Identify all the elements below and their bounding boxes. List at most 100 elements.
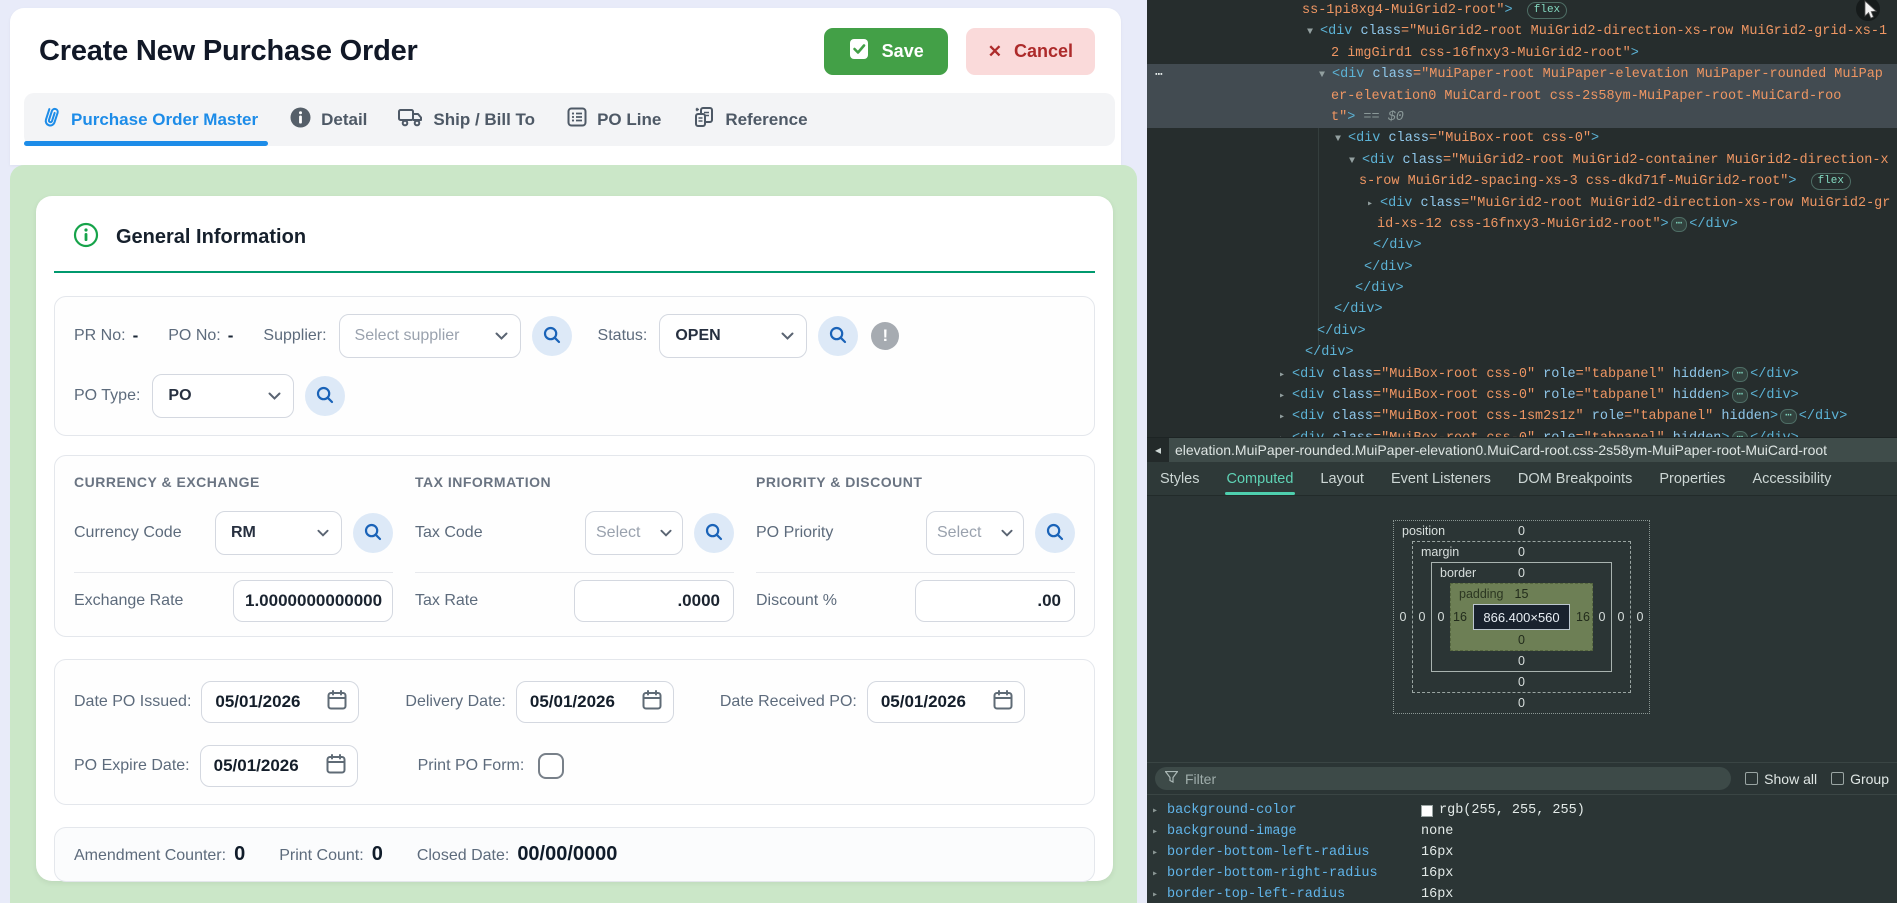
- status-select[interactable]: OPEN: [659, 314, 807, 358]
- show-all-checkbox[interactable]: [1745, 772, 1758, 785]
- tab-styles[interactable]: Styles: [1160, 462, 1200, 495]
- flex-badge[interactable]: flex: [1527, 2, 1567, 19]
- collapsed-content-badge[interactable]: ⋯: [1732, 388, 1749, 403]
- po-type-search-button[interactable]: [305, 376, 345, 416]
- code-token: hidden: [1713, 409, 1770, 424]
- expand-arrow-icon[interactable]: ▸: [1152, 805, 1167, 817]
- exchange-rate-input[interactable]: [233, 580, 393, 622]
- padding-bottom[interactable]: 0: [1518, 633, 1525, 647]
- margin-right[interactable]: 0: [1612, 610, 1630, 624]
- tab-detail[interactable]: Detail: [287, 93, 369, 146]
- header-card: Create New Purchase Order Save ✕ Cancel: [10, 8, 1121, 165]
- margin-bottom[interactable]: 0: [1518, 675, 1525, 689]
- cancel-button[interactable]: ✕ Cancel: [966, 28, 1095, 75]
- date-po-issued-input[interactable]: 05/01/2026: [201, 681, 359, 723]
- tab-reference[interactable]: Reference: [690, 93, 809, 146]
- tab-layout[interactable]: Layout: [1320, 462, 1364, 495]
- node-menu-dots[interactable]: ⋯: [1155, 64, 1164, 85]
- border-top[interactable]: 0: [1518, 566, 1525, 580]
- flex-badge[interactable]: flex: [1811, 173, 1851, 190]
- po-type-row: PO Type: PO: [74, 374, 1075, 418]
- dom-tree-line[interactable]: </div>: [1147, 257, 1897, 278]
- tab-bar: Purchase Order Master Detail Ship / Bill…: [24, 93, 1115, 146]
- position-right[interactable]: 0: [1631, 610, 1649, 624]
- discount-input[interactable]: [915, 580, 1075, 622]
- position-bottom[interactable]: 0: [1518, 696, 1525, 710]
- dom-tree-line[interactable]: ▸<div class="MuiGrid2-root MuiGrid2-dire…: [1147, 193, 1897, 214]
- computed-property-row[interactable]: ▸border-bottom-right-radius16px: [1147, 863, 1897, 884]
- save-button[interactable]: Save: [824, 28, 948, 75]
- tab-properties[interactable]: Properties: [1659, 462, 1725, 495]
- dom-tree-line[interactable]: </div>: [1147, 235, 1897, 256]
- po-expire-date-input[interactable]: 05/01/2026: [200, 745, 358, 787]
- dom-tree-line[interactable]: ▼<div class="MuiGrid2-root MuiGrid2-dire…: [1147, 21, 1897, 42]
- dom-tree-line[interactable]: ▼<div class="MuiGrid2-root MuiGrid2-cont…: [1147, 150, 1897, 171]
- dom-tree-line[interactable]: t"> == $0: [1147, 107, 1897, 128]
- tab-event-listeners[interactable]: Event Listeners: [1391, 462, 1491, 495]
- dom-tree-line[interactable]: </div>: [1147, 299, 1897, 320]
- expand-arrow-icon[interactable]: ▸: [1152, 826, 1167, 838]
- dom-tree-line[interactable]: id-xs-12 css-16fnxy3-MuiGrid2-root">⋯</d…: [1147, 214, 1897, 235]
- tab-computed[interactable]: Computed: [1227, 462, 1294, 495]
- collapsed-content-badge[interactable]: ⋯: [1732, 367, 1749, 382]
- dom-tree-line[interactable]: </div>: [1147, 342, 1897, 363]
- padding-top[interactable]: 15: [1515, 587, 1529, 601]
- dom-tree-line[interactable]: er-elevation0 MuiCard-root css-2s58ym-Mu…: [1147, 86, 1897, 107]
- breadcrumb[interactable]: elevation.MuiPaper-rounded.MuiPaper-elev…: [1175, 442, 1827, 458]
- tax-rate-input[interactable]: [574, 580, 734, 622]
- collapsed-content-badge[interactable]: ⋯: [1671, 217, 1688, 232]
- currency-code-select[interactable]: RM: [215, 511, 342, 555]
- dom-tree-line[interactable]: ▸<div class="MuiBox-root css-0" role="ta…: [1147, 364, 1897, 385]
- tab-accessibility[interactable]: Accessibility: [1752, 462, 1831, 495]
- status-search-button[interactable]: [818, 316, 858, 356]
- padding-right[interactable]: 16: [1574, 610, 1592, 624]
- supplier-search-button[interactable]: [532, 316, 572, 356]
- tax-search-button[interactable]: [694, 513, 734, 553]
- dom-tree-line[interactable]: </div>: [1147, 278, 1897, 299]
- tab-ship-bill-to[interactable]: Ship / Bill To: [396, 93, 537, 146]
- currency-search-button[interactable]: [353, 513, 393, 553]
- border-left[interactable]: 0: [1432, 610, 1450, 624]
- border-right[interactable]: 0: [1593, 610, 1611, 624]
- tab-purchase-order-master[interactable]: Purchase Order Master: [38, 93, 260, 146]
- tab-po-line[interactable]: PO Line: [564, 93, 663, 146]
- dom-tree-line[interactable]: </div>: [1147, 321, 1897, 342]
- expand-arrow-icon[interactable]: ▸: [1152, 889, 1167, 901]
- dom-tree-line[interactable]: ▸<div class="MuiBox-root css-1sm2s1z" ro…: [1147, 406, 1897, 427]
- position-top[interactable]: 0: [1518, 524, 1525, 538]
- position-left[interactable]: 0: [1394, 610, 1412, 624]
- filter-input[interactable]: [1185, 771, 1721, 787]
- po-priority-select[interactable]: Select: [926, 511, 1024, 555]
- tax-code-select[interactable]: Select: [585, 511, 683, 555]
- dom-tree-line[interactable]: ▼<div class="MuiBox-root css-0">: [1147, 128, 1897, 149]
- box-model-content-size[interactable]: 866.400×560: [1473, 604, 1570, 630]
- breadcrumb-back-button[interactable]: ◂: [1147, 438, 1169, 463]
- group-checkbox[interactable]: [1831, 772, 1844, 785]
- margin-left[interactable]: 0: [1413, 610, 1431, 624]
- border-bottom[interactable]: 0: [1518, 654, 1525, 668]
- code-token: <div: [1362, 153, 1394, 168]
- dom-tree-line[interactable]: ▸<div class="MuiBox-root css-0" role="ta…: [1147, 428, 1897, 437]
- print-po-form-checkbox[interactable]: [538, 753, 564, 779]
- tab-dom-breakpoints[interactable]: DOM Breakpoints: [1518, 462, 1632, 495]
- dom-tree-line[interactable]: ss-1pi8xg4-MuiGrid2-root"> flex: [1147, 0, 1897, 21]
- computed-property-row[interactable]: ▸border-top-left-radius16px: [1147, 884, 1897, 903]
- dom-tree-line[interactable]: ⋯▼<div class="MuiPaper-root MuiPaper-ele…: [1147, 64, 1897, 85]
- expand-arrow-icon[interactable]: ▸: [1152, 847, 1167, 859]
- computed-property-row[interactable]: ▸background-imagenone: [1147, 821, 1897, 842]
- supplier-select[interactable]: Select supplier: [339, 314, 521, 358]
- dom-tree-line[interactable]: 2 imgGird1 css-16fnxy3-MuiGrid2-root">: [1147, 43, 1897, 64]
- computed-property-row[interactable]: ▸border-bottom-left-radius16px: [1147, 842, 1897, 863]
- padding-left[interactable]: 16: [1451, 610, 1469, 624]
- expand-arrow-icon[interactable]: ▸: [1152, 868, 1167, 880]
- po-type-select[interactable]: PO: [152, 374, 294, 418]
- dom-tree-line[interactable]: s-row MuiGrid2-spacing-xs-3 css-dkd71f-M…: [1147, 171, 1897, 192]
- delivery-date-input[interactable]: 05/01/2026: [516, 681, 674, 723]
- date-received-po-input[interactable]: 05/01/2026: [867, 681, 1025, 723]
- dom-tree-line[interactable]: ▸<div class="MuiBox-root css-0" role="ta…: [1147, 385, 1897, 406]
- margin-top[interactable]: 0: [1518, 545, 1525, 559]
- priority-search-button[interactable]: [1035, 513, 1075, 553]
- code-token: </div>: [1317, 324, 1366, 339]
- computed-property-row[interactable]: ▸background-colorrgb(255, 255, 255): [1147, 800, 1897, 821]
- collapsed-content-badge[interactable]: ⋯: [1780, 409, 1797, 424]
